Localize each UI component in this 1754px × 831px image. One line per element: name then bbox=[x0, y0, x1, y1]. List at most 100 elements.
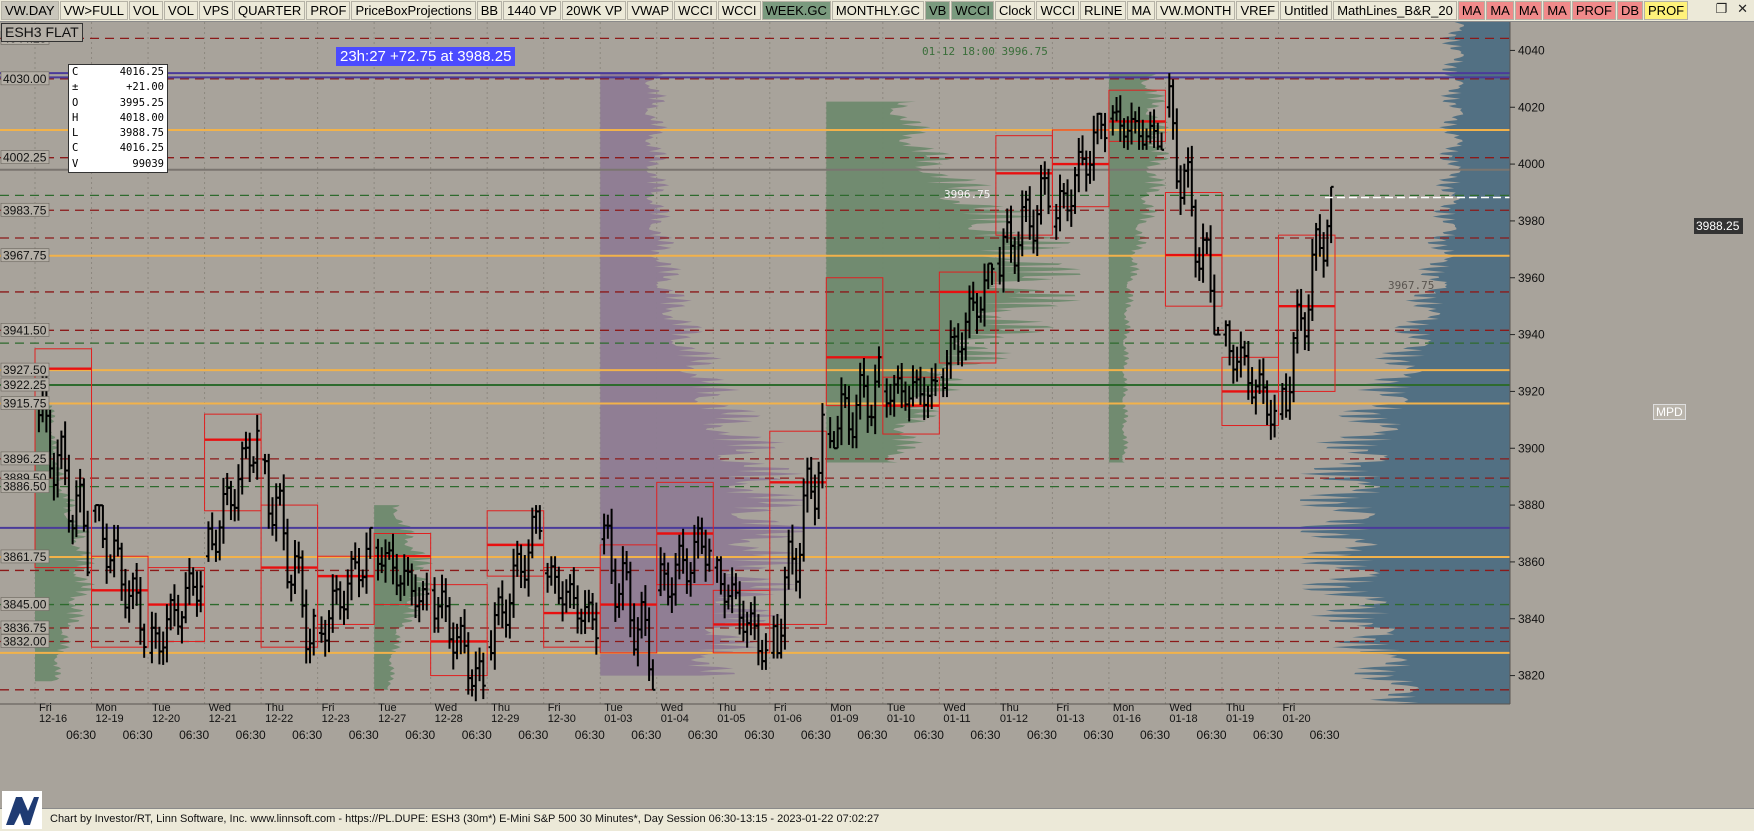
toolbar-button-8[interactable]: BB bbox=[476, 1, 503, 20]
toolbar-button-10[interactable]: 20WK VP bbox=[561, 1, 627, 20]
x-time-label: 06:30 bbox=[688, 728, 718, 742]
info-key: ± bbox=[72, 81, 79, 94]
x-time-label: 06:30 bbox=[1140, 728, 1170, 742]
x-date-label: 01-13 bbox=[1056, 713, 1084, 725]
x-time-label: 06:30 bbox=[518, 728, 548, 742]
investor-rt-logo-icon bbox=[2, 791, 42, 829]
x-date-label: 01-16 bbox=[1113, 713, 1141, 725]
info-value: 3988.75 bbox=[119, 127, 164, 140]
toolbar-button-11[interactable]: VWAP bbox=[627, 1, 674, 20]
restore-icon[interactable]: ❐ bbox=[1715, 2, 1727, 17]
mpd-label: MPD bbox=[1653, 404, 1686, 420]
x-date-label: 12-30 bbox=[548, 713, 576, 725]
x-date-label: 01-18 bbox=[1169, 713, 1197, 725]
y-tick-label: 3860 bbox=[1518, 555, 1545, 569]
x-time-label: 06:30 bbox=[1197, 728, 1227, 742]
info-value: 4018.00 bbox=[119, 111, 164, 124]
x-time-label: 06:30 bbox=[970, 728, 1000, 742]
y-tick-label: 3840 bbox=[1518, 612, 1545, 626]
toolbar-button-26[interactable]: MA bbox=[1457, 1, 1486, 20]
x-time-label: 06:30 bbox=[914, 728, 944, 742]
y-tick-label: 3960 bbox=[1518, 271, 1545, 285]
toolbar-button-23[interactable]: VREF bbox=[1236, 1, 1280, 20]
toolbar-button-13[interactable]: WCCI bbox=[717, 1, 761, 20]
x-time-label: 06:30 bbox=[179, 728, 209, 742]
x-time-label: 06:30 bbox=[1310, 728, 1340, 742]
toolbar-button-0[interactable]: VW.DAY bbox=[1, 1, 59, 20]
y-tick-label: 3900 bbox=[1518, 441, 1545, 455]
x-date-label: 01-12 bbox=[1000, 713, 1028, 725]
left-price-label: 3927.50 bbox=[3, 363, 47, 377]
x-date-label: 12-21 bbox=[209, 713, 237, 725]
left-price-label: 3967.75 bbox=[3, 249, 47, 263]
poc-note: 3996.75 bbox=[944, 188, 991, 201]
y-tick-label: 4000 bbox=[1518, 157, 1545, 171]
toolbar-button-31[interactable]: DB bbox=[1616, 1, 1644, 20]
toolbar-button-15[interactable]: MONTHLY.GC bbox=[831, 1, 924, 20]
left-price-label: 3861.75 bbox=[3, 550, 47, 564]
left-price-label: 3915.75 bbox=[3, 396, 47, 410]
toolbar-button-30[interactable]: PROF bbox=[1571, 1, 1616, 20]
x-date-label: 01-05 bbox=[717, 713, 745, 725]
toolbar-button-20[interactable]: RLINE bbox=[1080, 1, 1127, 20]
y-tick-label: 3980 bbox=[1518, 214, 1545, 228]
y-tick-label: 4040 bbox=[1518, 43, 1545, 57]
toolbar-button-17[interactable]: WCCI bbox=[951, 1, 994, 20]
toolbar-button-18[interactable]: Clock bbox=[994, 1, 1036, 20]
toolbar-button-1[interactable]: VW>FULL bbox=[59, 1, 128, 20]
x-date-label: 01-03 bbox=[604, 713, 632, 725]
toolbar-button-21[interactable]: MA bbox=[1127, 1, 1155, 20]
left-price-label: 3832.00 bbox=[3, 634, 47, 648]
toolbar-button-27[interactable]: MA bbox=[1486, 1, 1514, 20]
info-key: C bbox=[72, 142, 79, 155]
info-row: V 99039 bbox=[69, 157, 167, 172]
chart-header-note: 01-12 18:00 3996.75 bbox=[922, 45, 1048, 58]
toolbar-button-12[interactable]: WCCI bbox=[674, 1, 717, 20]
info-value: 4016.25 bbox=[119, 66, 164, 78]
x-date-label: 12-16 bbox=[39, 713, 67, 725]
left-price-label: 3941.50 bbox=[3, 323, 47, 337]
x-time-label: 06:30 bbox=[349, 728, 379, 742]
last-price-marker: 3988.25 bbox=[1694, 218, 1744, 234]
x-date-label: 12-23 bbox=[322, 713, 350, 725]
x-date-label: 01-11 bbox=[943, 713, 970, 725]
x-date-label: 01-06 bbox=[774, 713, 802, 725]
info-key: C bbox=[72, 66, 79, 78]
toolbar-button-5[interactable]: QUARTER bbox=[233, 1, 306, 20]
toolbar-button-29[interactable]: MA bbox=[1543, 1, 1571, 20]
level-note: 3967.75 bbox=[1388, 279, 1435, 292]
info-key: O bbox=[72, 96, 79, 109]
toolbar-button-32[interactable]: PROF bbox=[1644, 1, 1689, 20]
left-price-label: 3886.50 bbox=[3, 480, 47, 494]
toolbar-button-22[interactable]: VW.MONTH bbox=[1155, 1, 1236, 20]
x-date-label: 01-09 bbox=[830, 713, 858, 725]
info-row: H 4018.00 bbox=[69, 111, 167, 126]
toolbar: VW.DAY VW>FULL VOL VOL VPS QUARTER PROF PriceBo… bbox=[0, 0, 1754, 22]
x-date-label: 12-29 bbox=[491, 713, 519, 725]
info-key: V bbox=[72, 157, 79, 170]
toolbar-button-9[interactable]: 1440 VP bbox=[503, 1, 561, 20]
toolbar-button-14[interactable]: WEEK.GC bbox=[761, 1, 831, 20]
info-value: +21.00 bbox=[126, 81, 164, 94]
info-value: 4016.25 bbox=[119, 142, 164, 155]
x-time-label: 06:30 bbox=[236, 728, 266, 742]
left-price-label: 4030.00 bbox=[3, 72, 47, 86]
x-date-label: 12-22 bbox=[265, 713, 293, 725]
toolbar-button-19[interactable]: WCCI bbox=[1036, 1, 1080, 20]
price-chart[interactable]: 4044.254030.004002.253983.753967.753941.… bbox=[0, 22, 1754, 808]
toolbar-button-4[interactable]: VPS bbox=[198, 1, 233, 20]
toolbar-button-3[interactable]: VOL bbox=[163, 1, 198, 20]
status-footer: Chart by Investor/RT, Linn Software, Inc… bbox=[0, 791, 1754, 831]
close-icon[interactable]: ✕ bbox=[1737, 2, 1748, 17]
info-row: ± +21.00 bbox=[69, 80, 167, 95]
toolbar-button-24[interactable]: Untitled bbox=[1280, 1, 1333, 20]
toolbar-button-2[interactable]: VOL bbox=[128, 1, 163, 20]
toolbar-button-6[interactable]: PROF bbox=[306, 1, 351, 20]
toolbar-button-28[interactable]: MA bbox=[1514, 1, 1543, 20]
window-controls: ❐ ✕ bbox=[1715, 2, 1748, 17]
toolbar-button-25[interactable]: MathLines_B&R_20 bbox=[1333, 1, 1457, 20]
toolbar-button-16[interactable]: VB bbox=[924, 1, 951, 20]
toolbar-button-7[interactable]: PriceBoxProjections bbox=[351, 1, 476, 20]
footer-text: Chart by Investor/RT, Linn Software, Inc… bbox=[50, 813, 880, 825]
left-price-label: 4002.25 bbox=[3, 151, 47, 165]
